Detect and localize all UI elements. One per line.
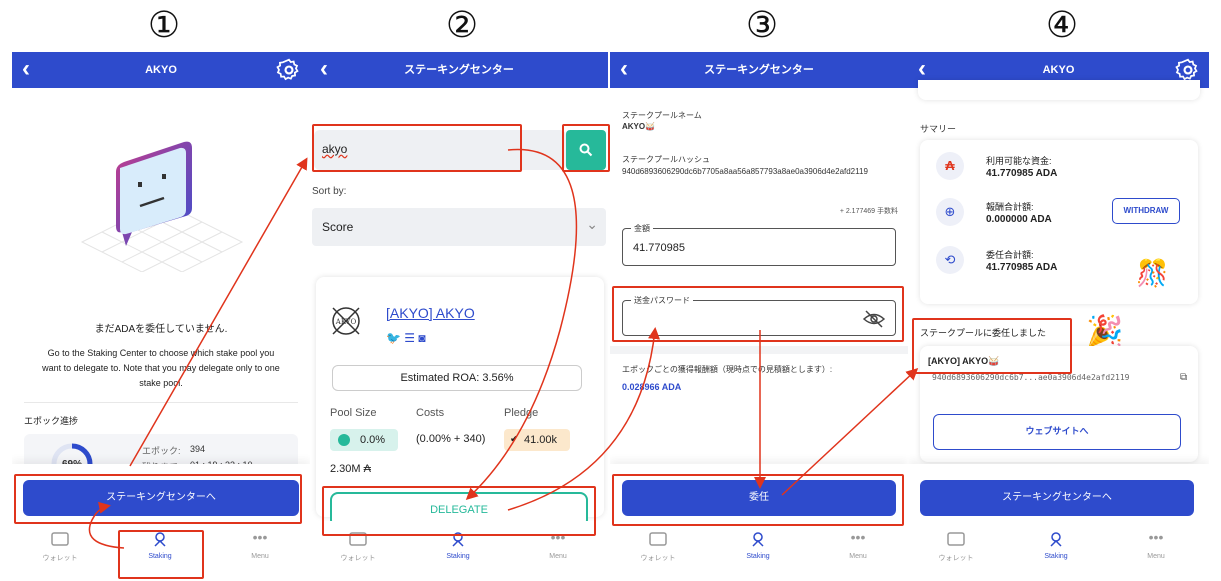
arrow-submit-to-notice xyxy=(781,367,919,496)
arrow-button-to-search xyxy=(129,157,308,467)
arrow-nav-to-button xyxy=(88,501,125,549)
arrow-search-to-delegate xyxy=(465,148,578,501)
arrow-delegate-to-password xyxy=(507,327,661,511)
flow-arrows xyxy=(88,148,919,549)
